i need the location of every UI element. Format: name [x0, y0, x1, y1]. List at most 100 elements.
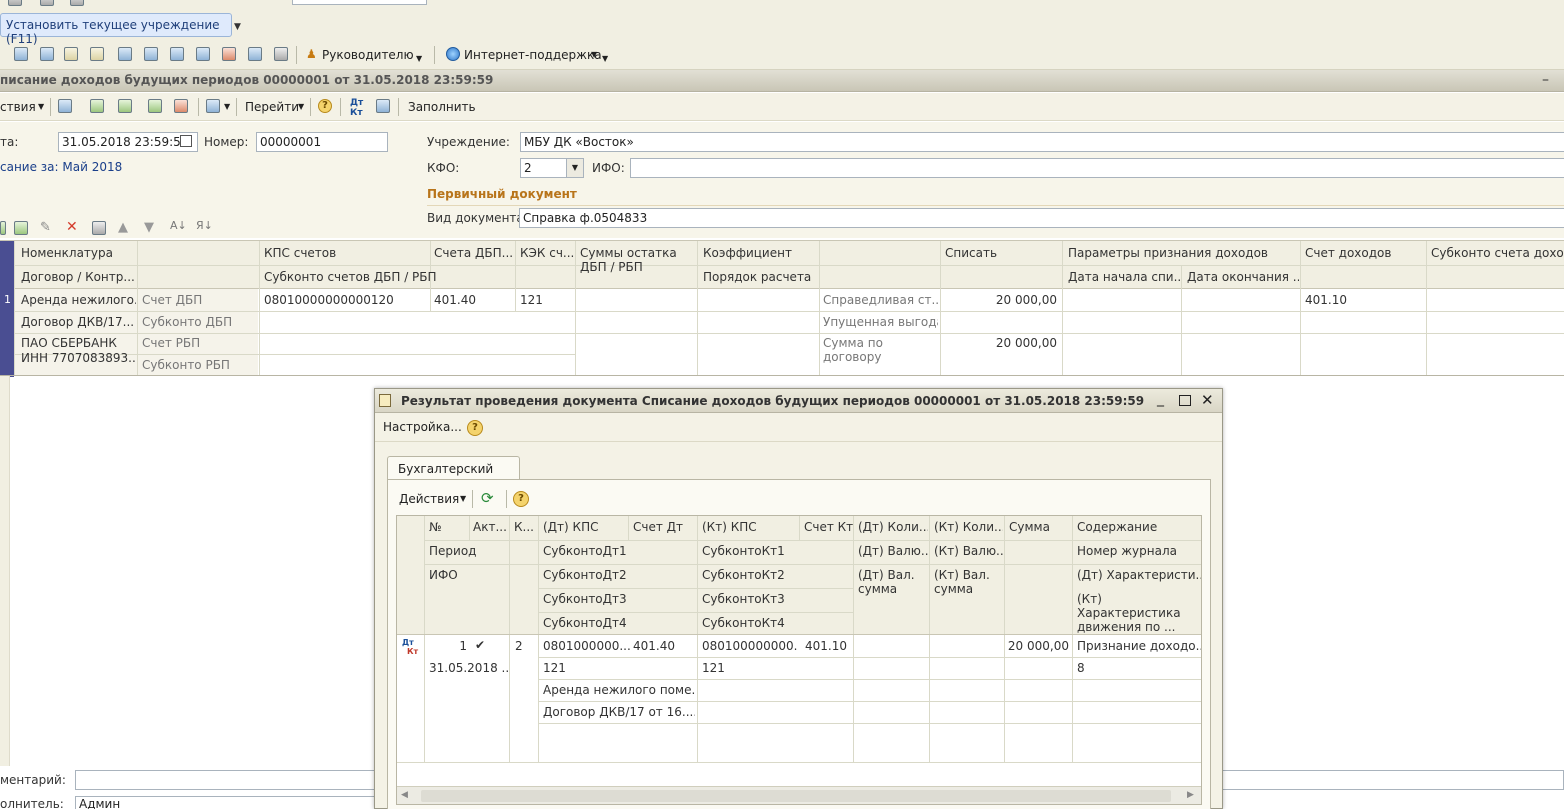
col-header-kt-currency-sum[interactable]: (Кт) Вал. сумма: [934, 568, 1003, 596]
col-header-subconto-kt4[interactable]: СубконтоКт4: [702, 616, 785, 630]
col-header-ifo[interactable]: ИФО: [429, 568, 458, 582]
col-header-calc-order[interactable]: Порядок расчета: [703, 270, 811, 284]
income-account-cell[interactable]: 401.10: [1305, 293, 1347, 307]
end-edit-icon[interactable]: [92, 221, 106, 235]
col-header-kek[interactable]: КЭК сч...: [520, 246, 574, 260]
help-icon[interactable]: ?: [318, 99, 332, 113]
actions-menu[interactable]: ствия: [0, 100, 36, 114]
report-icon[interactable]: [90, 47, 104, 61]
copy-icon[interactable]: [118, 99, 132, 113]
report-icon[interactable]: [196, 47, 210, 61]
dropdown-arrow-icon[interactable]: ▼: [234, 22, 241, 32]
maximize-icon[interactable]: [1179, 395, 1191, 406]
search-input[interactable]: [292, 0, 427, 5]
col-header-dbp-account[interactable]: Счета ДБП...: [434, 246, 514, 260]
institution-field[interactable]: МБУ ДК «Восток»: [520, 132, 1564, 152]
scroll-right-icon[interactable]: ▶: [1187, 790, 1194, 800]
write-off-sum-3[interactable]: 20 000,00: [944, 336, 1057, 350]
close-icon[interactable]: ✕: [1201, 391, 1214, 409]
scroll-left-icon[interactable]: ◀: [401, 790, 408, 800]
col-header-kt-kps[interactable]: (Кт) КПС: [702, 520, 757, 534]
scroll-thumb[interactable]: [421, 790, 1171, 802]
col-header-subconto-dt3[interactable]: СубконтоДт3: [543, 592, 627, 606]
sort-asc-icon[interactable]: A↓: [170, 219, 187, 232]
actions-menu[interactable]: Действия: [399, 492, 459, 506]
col-header-dt-currency[interactable]: (Дт) Валю...: [858, 544, 928, 558]
report-icon[interactable]: [248, 47, 262, 61]
col-header-account-kt[interactable]: Счет Кт: [804, 520, 853, 534]
report-icon[interactable]: [222, 47, 236, 61]
col-header-active[interactable]: Акт...: [473, 520, 508, 534]
col-header-subconto-dt1[interactable]: СубконтоДт1: [543, 544, 627, 558]
unpost-icon[interactable]: [174, 99, 188, 113]
report-icon[interactable]: [40, 47, 54, 61]
col-header-number[interactable]: №: [429, 520, 441, 534]
nomenclature-cell[interactable]: Аренда нежилого...: [21, 293, 136, 307]
move-down-icon[interactable]: ▼: [144, 220, 154, 235]
executor-field[interactable]: Админ: [75, 796, 375, 809]
contract-cell[interactable]: Договор ДКВ/17...: [21, 315, 136, 329]
col-header-subconto-dt2[interactable]: СубконтоДт2: [543, 568, 627, 582]
post-icon[interactable]: [148, 99, 162, 113]
col-header-subconto-kt1[interactable]: СубконтоКт1: [702, 544, 785, 558]
col-header-balance[interactable]: Суммы остатка ДБП / РБП: [580, 246, 692, 274]
report-icon[interactable]: [170, 47, 184, 61]
dbp-account-cell[interactable]: 401.40: [434, 293, 476, 307]
col-header-kt-qty[interactable]: (Кт) Коли...: [934, 520, 1003, 534]
fill-button[interactable]: Заполнить: [408, 100, 476, 114]
col-header-end-date[interactable]: Дата окончания ...: [1187, 270, 1299, 284]
col-header-sum[interactable]: Сумма: [1009, 520, 1050, 534]
col-header-k[interactable]: К...: [514, 520, 537, 534]
col-header-dt-currency-sum[interactable]: (Дт) Вал. сумма: [858, 568, 928, 596]
col-header-kt-characteristic[interactable]: (Кт) Характеристика движения по ...: [1077, 592, 1201, 634]
col-header-dt-characteristic[interactable]: (Дт) Характеристи...: [1077, 568, 1201, 582]
report-icon[interactable]: [274, 47, 288, 61]
col-header-subconto-dt4[interactable]: СубконтоДт4: [543, 616, 627, 630]
sort-desc-icon[interactable]: Я↓: [196, 219, 213, 232]
col-header-kps[interactable]: КПС счетов: [264, 246, 336, 260]
doc-type-field[interactable]: Справка ф.0504833: [519, 208, 1564, 228]
report-icon[interactable]: [144, 47, 158, 61]
col-header-income-params[interactable]: Параметры признания доходов: [1068, 246, 1268, 260]
kps-cell[interactable]: 08010000000000120: [264, 293, 394, 307]
dropdown-arrow-icon[interactable]: ▼: [566, 159, 583, 177]
edit-icon[interactable]: ✎: [40, 220, 51, 235]
add-copy-icon[interactable]: [14, 221, 28, 235]
minimize-icon[interactable]: –: [1542, 72, 1549, 88]
minimize-icon[interactable]: _: [1157, 391, 1164, 407]
toolbar-icon[interactable]: [70, 0, 84, 6]
print-icon[interactable]: [376, 99, 390, 113]
internet-support-button[interactable]: Интернет-поддержка ▼ ▼: [446, 46, 612, 66]
col-header-start-date[interactable]: Дата начала спи...: [1068, 270, 1180, 284]
report-icon[interactable]: [118, 47, 132, 61]
add-icon[interactable]: [0, 221, 6, 235]
save-icon[interactable]: [58, 99, 72, 113]
toolbar-icon[interactable]: [8, 0, 22, 6]
col-header-dt-kps[interactable]: (Дт) КПС: [543, 520, 598, 534]
col-header-period[interactable]: Период: [429, 544, 476, 558]
delete-icon[interactable]: ✕: [66, 219, 78, 235]
number-field[interactable]: 00000001: [256, 132, 388, 152]
refresh-icon[interactable]: ⟳: [481, 489, 494, 507]
settings-button[interactable]: Настройка...: [383, 420, 462, 434]
col-header-subconto-kt3[interactable]: СубконтоКт3: [702, 592, 785, 606]
based-on-icon[interactable]: [206, 99, 220, 113]
help-icon[interactable]: ?: [513, 491, 529, 507]
col-header-income-account[interactable]: Счет доходов: [1305, 246, 1391, 260]
col-header-contract[interactable]: Договор / Контр...: [21, 270, 135, 284]
goto-menu[interactable]: Перейти: [245, 100, 299, 114]
col-header-nomenclature[interactable]: Номенклатура: [21, 246, 113, 260]
ifo-field[interactable]: [630, 158, 1564, 178]
dt-kt-icon[interactable]: Дт Кт: [350, 98, 363, 118]
write-off-sum-1[interactable]: 20 000,00: [944, 293, 1057, 307]
col-header-write-off[interactable]: Списать: [945, 246, 997, 260]
col-header-account-dt[interactable]: Счет Дт: [633, 520, 683, 534]
set-institution-button[interactable]: Установить текущее учреждение (F11): [0, 13, 232, 46]
move-up-icon[interactable]: ▲: [118, 220, 128, 235]
col-header-kt-currency[interactable]: (Кт) Валю...: [934, 544, 1003, 558]
postings-hscroll[interactable]: ◀ ▶: [397, 786, 1201, 804]
col-header-subconto[interactable]: Субконто счетов ДБП / РБП: [264, 270, 437, 284]
report-icon[interactable]: [64, 47, 78, 61]
col-header-content[interactable]: Содержание: [1077, 520, 1157, 534]
col-header-journal[interactable]: Номер журнала: [1077, 544, 1177, 558]
